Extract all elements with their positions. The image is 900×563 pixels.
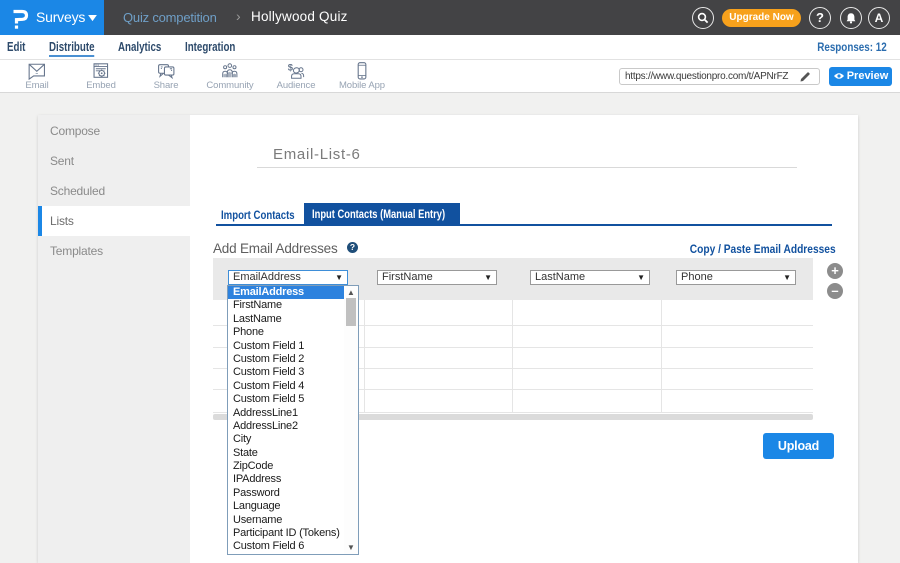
svg-text:$: $ — [288, 63, 294, 74]
